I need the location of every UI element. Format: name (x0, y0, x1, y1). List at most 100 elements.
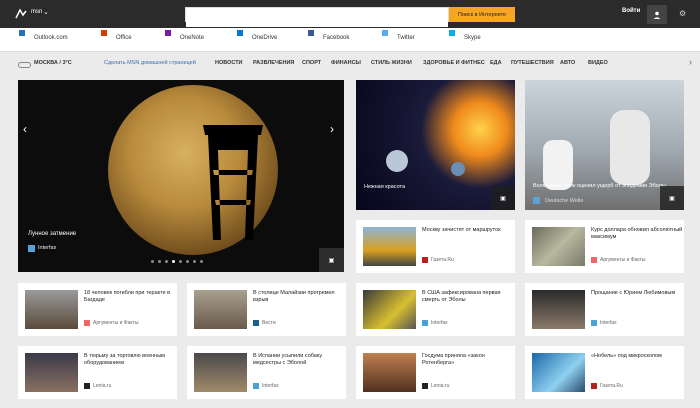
signin-link[interactable]: Войти (622, 8, 640, 14)
nav-sport[interactable]: СПОРТ (302, 60, 321, 66)
nav-finance[interactable]: ФИНАНСЫ (331, 60, 361, 66)
news-card[interactable]: Прощание с Юрием Любимовым Interfax (525, 283, 684, 336)
news-headline[interactable]: Москву зачистят от маршруток (422, 227, 514, 234)
facebook-icon (308, 30, 314, 36)
nav-health[interactable]: ЗДОРОВЬЕ И ФИТНЕС (423, 60, 485, 66)
hazmat-figure (610, 110, 650, 185)
aif-icon (591, 257, 597, 263)
category-nav: МОСКВА / 3°C Сделать MSN домашней страни… (0, 53, 700, 75)
tile-caption: Всемирный банк оценил ущерб от эпидемии … (533, 183, 666, 189)
news-tile[interactable]: Нежная красота ▣ (356, 80, 515, 210)
slide-dot[interactable] (179, 260, 182, 263)
slide-dot[interactable] (172, 260, 175, 263)
aif-icon (84, 320, 90, 326)
slide-dot[interactable] (151, 260, 154, 263)
slide-dot[interactable] (193, 260, 196, 263)
news-thumbnail (363, 290, 416, 329)
news-headline[interactable]: В столице Малайзии прогремел взрыв (253, 290, 345, 304)
slide-dot[interactable] (186, 260, 189, 263)
news-card[interactable]: Москву зачистят от маршруток Газета.Ru (356, 220, 515, 273)
news-source: Вести (262, 320, 276, 326)
interfax-icon (253, 383, 259, 389)
slide-dot[interactable] (200, 260, 203, 263)
quicklink-label: OneDrive (252, 35, 278, 41)
news-headline[interactable]: «Нобель» под микроскопом (591, 353, 683, 360)
news-card[interactable]: В США зафиксирована первая смерть от Эбо… (356, 283, 515, 336)
nav-lifestyle[interactable]: СТИЛЬ ЖИЗНИ (371, 60, 412, 66)
news-headline[interactable]: В тюрьму за торговлю военным оборудовани… (84, 353, 176, 367)
news-card[interactable]: «Нобель» под микроскопом Газета.Ru (525, 346, 684, 399)
camera-icon: ▣ (491, 186, 515, 210)
lenta-icon (84, 383, 90, 389)
news-headline[interactable]: Прощание с Юрием Любимовым (591, 290, 683, 297)
slide-dot[interactable] (158, 260, 161, 263)
nav-auto[interactable]: АВТО (560, 60, 575, 66)
news-card[interactable]: В столице Малайзии прогремел взрыв Вести (187, 283, 346, 336)
quicklinks-bar: Outlook.com Office OneNote OneDrive Face… (0, 28, 700, 52)
dw-icon (533, 197, 540, 204)
interfax-icon (28, 245, 35, 252)
nav-travel[interactable]: ПУТЕШЕСТВИЯ (511, 60, 554, 66)
interfax-icon (422, 320, 428, 326)
weather-location[interactable]: МОСКВА / 3°C (34, 60, 72, 66)
interfax-icon (591, 320, 597, 326)
tile-caption: Нежная красота (364, 184, 406, 190)
hero-title[interactable]: Лунное затмение (28, 231, 76, 237)
quicklink-label: Twitter (397, 35, 415, 41)
news-tile[interactable]: Всемирный банк оценил ущерб от эпидемии … (525, 80, 684, 210)
news-source: Газета.Ru (600, 383, 623, 389)
gazeta-icon (591, 383, 597, 389)
nav-news[interactable]: НОВОСТИ (215, 60, 243, 66)
news-headline[interactable]: В США зафиксирована первая смерть от Эбо… (422, 290, 514, 304)
office-icon (101, 30, 107, 36)
quicklink-label: Office (116, 35, 132, 41)
outlook-icon (19, 30, 25, 36)
gear-icon[interactable]: ⚙ (679, 9, 686, 18)
news-thumbnail (532, 227, 585, 266)
news-card[interactable]: Госдума приняла «закон Ротенберга» Lenta… (356, 346, 515, 399)
quicklink-skype[interactable]: Skype (449, 30, 481, 41)
quicklink-outlook[interactable]: Outlook.com (19, 30, 68, 41)
search-button[interactable]: Поиск в Интернете (449, 7, 515, 22)
search-box[interactable] (185, 7, 449, 27)
msn-logo-icon[interactable] (14, 8, 28, 20)
news-card[interactable]: 18 человек погибли при теракте в Багдаде… (18, 283, 177, 336)
quicklink-label: OneNote (180, 35, 205, 41)
news-headline[interactable]: Госдума приняла «закон Ротенберга» (422, 353, 514, 367)
logo-text[interactable]: msn (31, 9, 42, 15)
nav-food[interactable]: ЕДА (490, 60, 502, 66)
news-headline[interactable]: В Испании усыпили собаку медсестры с Эбо… (253, 353, 345, 367)
nav-entertainment[interactable]: РАЗВЛЕЧЕНИЯ (253, 60, 294, 66)
quicklink-label: Outlook.com (34, 35, 68, 41)
news-card[interactable]: В Испании усыпили собаку медсестры с Эбо… (187, 346, 346, 399)
quicklink-facebook[interactable]: Facebook (308, 30, 349, 41)
prev-slide-arrow[interactable]: ‹ (23, 122, 27, 136)
search-input[interactable] (186, 13, 448, 27)
news-source: Газета.Ru (431, 257, 454, 263)
news-source: Interfax (431, 320, 448, 326)
quicklink-twitter[interactable]: Twitter (382, 30, 415, 41)
hero-source: Interfax (38, 245, 57, 251)
news-source: Аргументы и Факты (600, 257, 646, 263)
news-thumbnail (194, 353, 247, 392)
news-headline[interactable]: 18 человек погибли при теракте в Багдаде (84, 290, 176, 304)
quicklink-onedrive[interactable]: OneDrive (237, 30, 278, 41)
hero-slideshow[interactable]: ‹ › Лунное затмение Interfax ▣ (18, 80, 344, 272)
camera-icon: ▣ (660, 186, 684, 210)
nav-video[interactable]: ВИДЕО (588, 60, 608, 66)
make-homepage-link[interactable]: Сделать MSN домашней страницей (104, 60, 196, 66)
onedrive-icon (237, 30, 243, 36)
slide-indicators[interactable] (151, 260, 203, 263)
quicklink-office[interactable]: Office (101, 30, 132, 41)
news-thumbnail (194, 290, 247, 329)
next-slide-arrow[interactable]: › (330, 122, 334, 136)
user-icon[interactable] (647, 5, 667, 24)
quicklink-onenote[interactable]: OneNote (165, 30, 205, 41)
news-source: Interfax (262, 383, 279, 389)
chevron-down-icon[interactable]: ⌄ (43, 8, 49, 16)
slide-dot[interactable] (165, 260, 168, 263)
news-card[interactable]: В тюрьму за торговлю военным оборудовани… (18, 346, 177, 399)
news-headline[interactable]: Курс доллара обновил абсолютный максимум (591, 227, 683, 241)
chevron-right-icon[interactable]: › (689, 57, 692, 67)
news-card[interactable]: Курс доллара обновил абсолютный максимум… (525, 220, 684, 273)
